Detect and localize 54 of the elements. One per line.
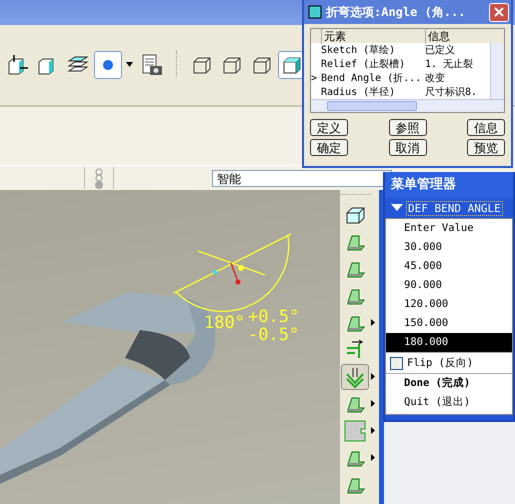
table-cell-text: 尺寸标识8. xyxy=(425,86,478,99)
menu-item[interactable]: 30.000 xyxy=(386,238,512,257)
menu-item[interactable]: Quit (退出) xyxy=(386,393,512,412)
submenu-arrow-icon xyxy=(371,400,375,407)
status-light-icon xyxy=(84,167,114,189)
submenu-arrow-icon xyxy=(371,454,375,461)
checkbox[interactable] xyxy=(390,356,403,370)
dialog-button[interactable]: 定义 xyxy=(310,119,348,136)
collapse-triangle-icon xyxy=(391,204,403,212)
dialog-button[interactable]: 参照 xyxy=(388,119,426,136)
dialog-button[interactable]: 取消 xyxy=(388,139,426,156)
table-cell-text: 1. 无止裂 xyxy=(425,58,474,71)
menu-item[interactable]: 45.000 xyxy=(386,257,512,276)
close-icon xyxy=(494,7,504,17)
list-camera-icon xyxy=(140,53,164,77)
current-row-marker: > xyxy=(311,72,318,84)
submenu-arrow-icon xyxy=(371,427,375,434)
menu-item[interactable]: 90.000 xyxy=(386,276,512,295)
checkbox-label[interactable]: Flip (反向) xyxy=(407,356,474,370)
dimension-value: 180° xyxy=(204,313,245,333)
sheet-metal-icon xyxy=(344,420,366,442)
list-item[interactable]: Sketch (草绘) xyxy=(321,43,425,57)
window-icon xyxy=(308,5,322,19)
submenu-arrow-icon xyxy=(371,373,375,380)
menu-item[interactable]: Enter Value xyxy=(386,219,512,238)
table-cell-text: 已定义 xyxy=(425,44,456,57)
list-item[interactable]: Bend Angle (折... xyxy=(321,71,425,85)
spin-center-button[interactable] xyxy=(94,51,122,79)
list-item[interactable]: Relief (止裂槽) xyxy=(321,57,425,71)
dialog-button[interactable]: 预览 xyxy=(467,139,505,156)
column-header: 元素 xyxy=(321,28,425,44)
list-item[interactable]: Radius (半径) xyxy=(321,85,425,99)
dialog-title: 折弯选项:Angle (角... xyxy=(326,4,466,20)
close-button[interactable] xyxy=(489,2,509,22)
menu-title: 菜单管理器 xyxy=(385,172,513,198)
arrow-icon xyxy=(344,338,366,360)
tolerance-lower: -0.5° xyxy=(248,325,300,345)
tolerance-upper: +0.5° xyxy=(248,307,300,327)
horizontal-scrollbar[interactable] xyxy=(311,99,504,112)
dialog-button[interactable]: 确定 xyxy=(310,139,348,156)
menu-item[interactable]: Done (完成) xyxy=(386,373,512,393)
menu-item[interactable]: 180.000 xyxy=(386,333,512,352)
sheet-metal-icon xyxy=(344,366,366,388)
menu-section-header[interactable]: DEF BEND ANGLE xyxy=(406,200,503,216)
dialog-button[interactable]: 信息 xyxy=(467,119,505,136)
table-cell-text: 改变 xyxy=(425,72,446,85)
vertical-scrollbar[interactable] xyxy=(490,43,504,99)
caret-icon xyxy=(126,62,134,68)
menu-item[interactable]: 120.000 xyxy=(386,295,512,314)
cube-icon xyxy=(6,53,30,77)
menu-item[interactable]: 150.000 xyxy=(386,314,512,333)
filter-field[interactable]: 智能 xyxy=(212,170,392,186)
submenu-arrow-icon xyxy=(371,319,375,326)
bend-tool-button[interactable] xyxy=(341,364,369,390)
